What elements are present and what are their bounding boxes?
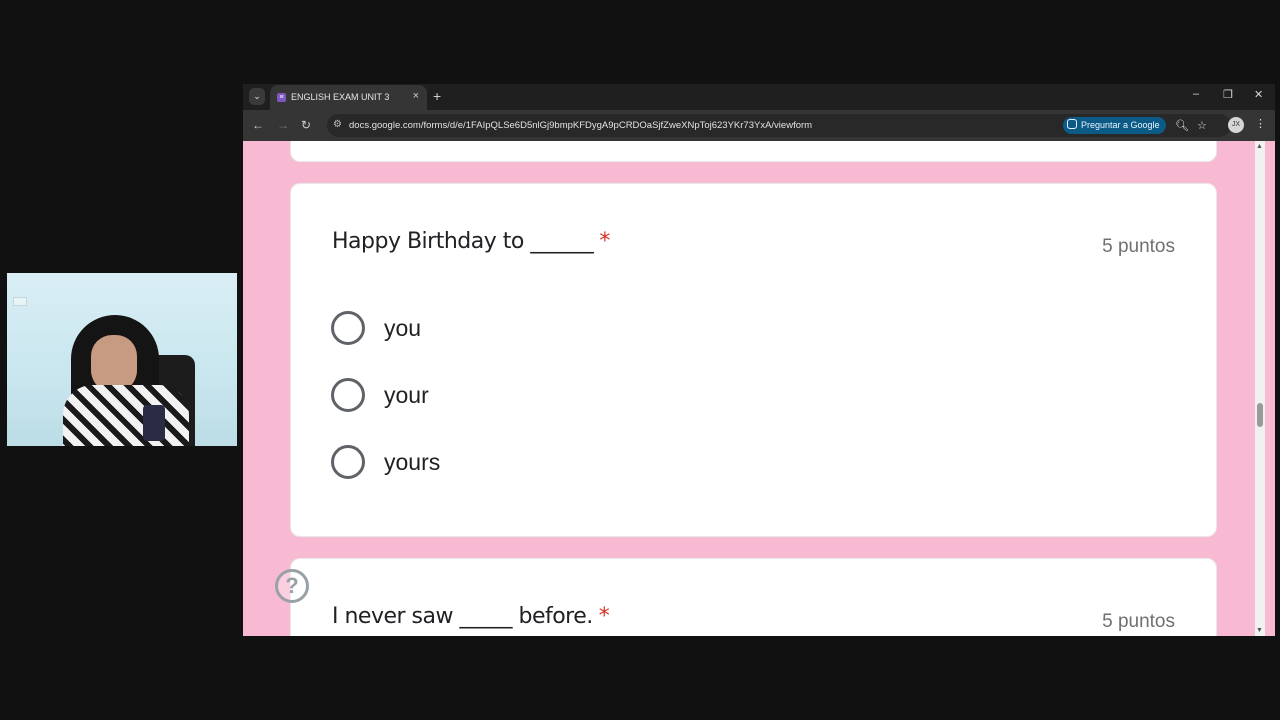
ask-google-label: Preguntar a Google [1081,120,1160,130]
presenter-body [63,385,189,446]
restore-button[interactable]: ❐ [1223,88,1233,101]
tab-title: ENGLISH EXAM UNIT 3 [291,92,390,102]
new-tab-button[interactable]: + [433,88,441,104]
wall-outlet [13,297,27,306]
page-scrollbar[interactable]: ▲ ▼ [1255,141,1265,636]
browser-window: ⌄ ≡ ENGLISH EXAM UNIT 3 × + – ❐ ✕ ← → ↻ … [243,84,1275,636]
tab-active[interactable]: ≡ ENGLISH EXAM UNIT 3 × [270,85,427,110]
question-card: I never saw _____ before. * 5 puntos [290,558,1217,636]
browser-menu-icon[interactable]: ⋮ [1255,117,1266,130]
address-bar[interactable]: ⚙ docs.google.com/forms/d/e/1FAIpQLSe6D5… [327,114,1231,137]
option-label: yours [384,449,441,475]
presenter-phone [143,405,165,441]
profile-avatar[interactable]: JX [1228,117,1244,133]
option-label: your [384,382,429,408]
webcam-overlay [7,273,237,446]
previous-question-card [290,141,1217,162]
question-text: I never saw _____ before. [332,604,593,629]
question-title: Happy Birthday to ______ * [332,229,610,254]
option-your[interactable]: your [331,378,631,412]
tab-bar: ⌄ ≡ ENGLISH EXAM UNIT 3 × + – ❐ ✕ [243,84,1275,110]
minimize-button[interactable]: – [1193,88,1199,100]
radio-button[interactable] [331,378,365,412]
site-info-icon[interactable]: ⚙ [333,119,342,130]
lens-icon [1067,119,1077,129]
bookmark-star-icon[interactable]: ☆ [1197,119,1207,132]
option-you[interactable]: you [331,311,631,345]
page-viewport: Happy Birthday to ______ * 5 puntos you y… [243,141,1275,636]
zoom-icon[interactable]: 🔍︎ [1175,119,1189,132]
option-label: you [384,315,422,341]
url-text[interactable]: docs.google.com/forms/d/e/1FAIpQLSe6D5nl… [349,120,812,131]
scroll-up-icon[interactable]: ▲ [1256,143,1263,150]
forms-favicon-icon: ≡ [277,93,286,102]
scrollbar-thumb[interactable] [1257,403,1263,427]
question-points: 5 puntos [1102,236,1175,257]
radio-button[interactable] [331,311,365,345]
screen: ⌄ ≡ ENGLISH EXAM UNIT 3 × + – ❐ ✕ ← → ↻ … [0,0,1280,720]
required-asterisk: * [599,229,610,254]
forward-button[interactable]: → [277,118,289,132]
question-text: Happy Birthday to ______ [332,229,594,254]
help-icon[interactable]: ? [275,569,309,603]
option-yours[interactable]: yours [331,445,631,479]
question-card: Happy Birthday to ______ * 5 puntos you y… [290,183,1217,537]
browser-toolbar: ← → ↻ ⚙ docs.google.com/forms/d/e/1FAIpQ… [243,110,1275,141]
close-window-button[interactable]: ✕ [1254,88,1263,101]
question-title: I never saw _____ before. * [332,604,610,629]
tab-close-icon[interactable]: × [413,90,419,102]
scroll-down-icon[interactable]: ▼ [1256,627,1263,634]
reload-button[interactable]: ↻ [301,118,311,132]
radio-button[interactable] [331,445,365,479]
required-asterisk: * [598,604,610,629]
back-button[interactable]: ← [252,118,264,132]
question-points: 5 puntos [1102,611,1175,632]
tab-search-button[interactable]: ⌄ [249,88,265,105]
ask-google-button[interactable]: Preguntar a Google [1063,117,1166,134]
